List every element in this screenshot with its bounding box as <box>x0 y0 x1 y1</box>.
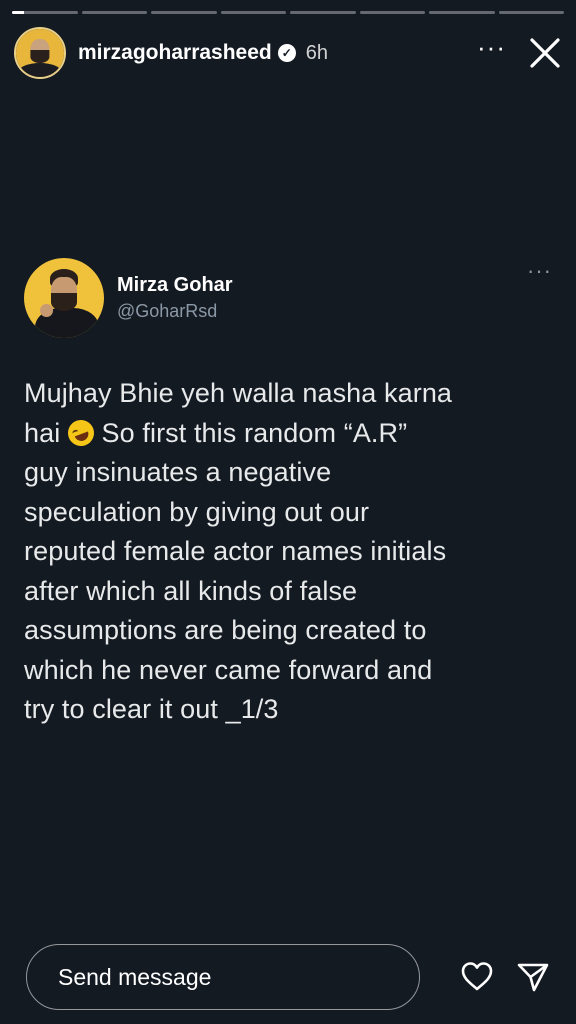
progress-segment <box>81 11 147 14</box>
avatar <box>24 258 104 338</box>
story-username[interactable]: mirzagoharrasheed <box>78 41 272 65</box>
progress-segment <box>290 11 356 14</box>
progress-segment <box>498 11 564 14</box>
more-horizontal-icon: ··· <box>527 258 552 283</box>
rolling-on-floor-laughing-emoji-icon <box>64 415 98 450</box>
more-horizontal-icon[interactable]: ··· <box>477 34 506 60</box>
tweet-handle: @GoharRsd <box>117 301 218 321</box>
send-message-placeholder: Send message <box>58 963 212 990</box>
story-footer: Send message <box>26 944 554 1010</box>
progress-segment <box>220 11 286 14</box>
progress-segment <box>429 11 495 14</box>
heart-icon[interactable] <box>460 960 494 994</box>
send-message-input[interactable]: Send message <box>26 944 420 1010</box>
progress-segment <box>12 11 78 14</box>
send-icon[interactable] <box>516 960 550 994</box>
tweet-text-part: So first this random “A.R” guy insinuate… <box>24 417 447 725</box>
close-icon[interactable] <box>528 36 562 70</box>
tweet-display-name: Mirza Gohar <box>117 274 233 296</box>
progress-segment <box>359 11 425 14</box>
avatar[interactable] <box>14 27 66 79</box>
tweet-text: Mujhay Bhie yeh walla nasha karna hai So… <box>24 374 552 730</box>
progress-segment <box>151 11 217 14</box>
story-progress-bar <box>12 11 564 14</box>
tweet-card: Mirza Gohar @GoharRsd ··· Mujhay Bhie ye… <box>24 258 552 730</box>
story-header: mirzagoharrasheed ✓ 6h ··· <box>14 27 562 79</box>
story-timestamp: 6h <box>305 41 328 64</box>
verified-badge-icon: ✓ <box>277 44 296 62</box>
